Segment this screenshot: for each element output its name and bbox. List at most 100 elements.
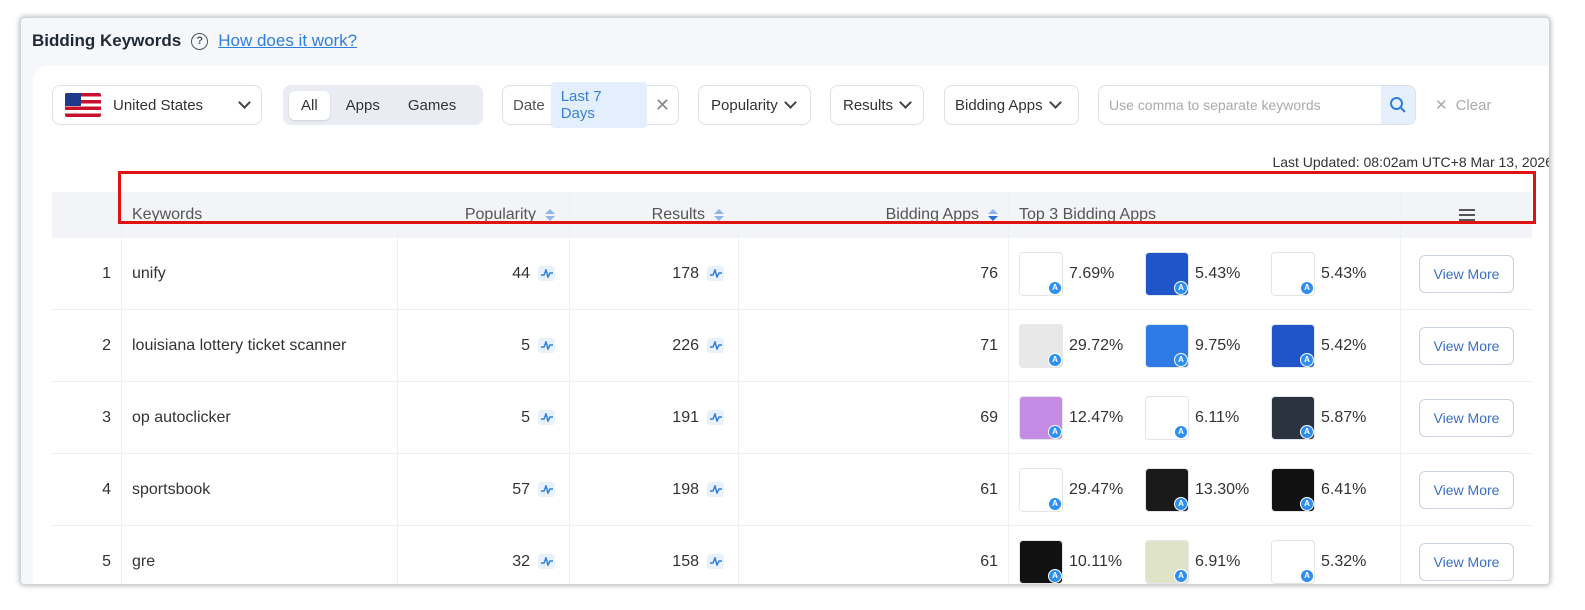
bidding-app[interactable]: A 10.11%: [1019, 539, 1145, 584]
country-label: United States: [113, 96, 204, 114]
top-bidding-apps-cell: A 29.72% A 9.75% A 5.42%: [1009, 310, 1401, 381]
sort-icon[interactable]: [545, 209, 555, 221]
bidding-app[interactable]: A 6.11%: [1145, 395, 1271, 440]
bidding-apps-header[interactable]: Bidding Apps: [739, 192, 1009, 238]
owl-app-icon[interactable]: A: [1145, 539, 1189, 584]
bid-share: 5.87%: [1321, 408, 1367, 426]
bidding-app[interactable]: A 5.42%: [1271, 323, 1397, 368]
trend-icon[interactable]: [538, 554, 555, 569]
action-cell: View More: [1401, 238, 1532, 309]
trend-icon[interactable]: [538, 338, 555, 353]
table-header-row: Keywords Popularity Results Bidding Apps…: [52, 192, 1532, 238]
clear-button[interactable]: ✕ Clear: [1435, 85, 1491, 125]
date-label: Date: [513, 96, 545, 114]
trend-icon[interactable]: [707, 482, 724, 497]
view-more-button[interactable]: View More: [1418, 470, 1515, 509]
bidding-app[interactable]: A 12.47%: [1019, 395, 1145, 440]
bid-share: 9.75%: [1195, 336, 1241, 354]
bidding-app[interactable]: A 9.75%: [1145, 323, 1271, 368]
app-store-icon: A: [1174, 496, 1188, 511]
sort-icon[interactable]: [714, 209, 724, 221]
bidding-app[interactable]: A 6.91%: [1145, 539, 1271, 584]
plant-app-icon[interactable]: A: [1145, 395, 1189, 440]
popularity-filter[interactable]: Popularity: [698, 85, 811, 125]
chevron-down-icon: [783, 96, 797, 109]
bidding-app[interactable]: A 13.30%: [1145, 467, 1271, 512]
popularity-value: 5: [521, 336, 530, 354]
trend-icon[interactable]: [707, 554, 724, 569]
c-logo-app-icon[interactable]: A: [1271, 323, 1315, 368]
popularity-header[interactable]: Popularity: [398, 192, 570, 238]
bidding-app[interactable]: A 29.47%: [1019, 467, 1145, 512]
bid-share: 5.43%: [1321, 264, 1367, 282]
browser-frame: Bidding Keywords ? How does it work? Uni…: [20, 17, 1550, 585]
table-row: 3 op autoclicker 5 191 69 A 12.47% A 6.1…: [52, 382, 1532, 454]
sort-icon[interactable]: [988, 209, 998, 221]
app-store-icon: A: [1174, 352, 1188, 367]
popularity-cell: 5: [398, 382, 570, 453]
c-logo-app-icon[interactable]: A: [1145, 251, 1189, 296]
menu-icon[interactable]: [1458, 209, 1475, 221]
segment-all[interactable]: All: [289, 90, 330, 120]
bidding-app[interactable]: A 5.43%: [1145, 251, 1271, 296]
index-header: [52, 192, 122, 238]
bidding-app[interactable]: A 7.69%: [1019, 251, 1145, 296]
view-more-button[interactable]: View More: [1418, 326, 1515, 365]
app-store-icon: A: [1300, 568, 1314, 583]
row-index: 5: [52, 526, 122, 584]
segment-apps[interactable]: Apps: [334, 91, 392, 120]
segment-games[interactable]: Games: [396, 91, 468, 120]
popularity-cell: 5: [398, 310, 570, 381]
trend-icon[interactable]: [538, 410, 555, 425]
bidding-app[interactable]: A 5.87%: [1271, 395, 1397, 440]
pinwheel-app-icon[interactable]: A: [1019, 251, 1063, 296]
trend-icon[interactable]: [707, 266, 724, 281]
results-cell: 178: [570, 238, 739, 309]
results-value: 191: [672, 408, 699, 426]
qr-scanner-app-icon[interactable]: A: [1019, 323, 1063, 368]
top-bidding-apps-cell: A 10.11% A 6.91% A 5.32%: [1009, 526, 1401, 584]
spiral-app-icon[interactable]: A: [1145, 467, 1189, 512]
direct-app-icon[interactable]: A: [1271, 467, 1315, 512]
stripes-app-icon[interactable]: A: [1271, 251, 1315, 296]
table-row: 1 unify 44 178 76 A 7.69% A 5.43% A 5.43…: [52, 238, 1532, 310]
notes-app-icon[interactable]: A: [1019, 539, 1063, 584]
smile-app-icon[interactable]: A: [1019, 467, 1063, 512]
date-filter[interactable]: Date Last 7 Days ✕: [502, 82, 679, 128]
play-app-icon[interactable]: A: [1271, 539, 1315, 584]
popularity-value: 57: [512, 480, 530, 498]
trend-icon[interactable]: [538, 482, 555, 497]
bidding-app[interactable]: A 6.41%: [1271, 467, 1397, 512]
country-select[interactable]: United States: [52, 85, 262, 125]
close-icon[interactable]: ✕: [655, 95, 670, 116]
date-chip[interactable]: Last 7 Days: [550, 82, 647, 128]
ticket-scanner-app-icon[interactable]: A: [1145, 323, 1189, 368]
results-cell: 191: [570, 382, 739, 453]
help-icon[interactable]: ?: [191, 32, 209, 50]
results-header[interactable]: Results: [570, 192, 739, 238]
view-more-button[interactable]: View More: [1418, 398, 1515, 437]
bidding-apps-cell: 71: [739, 310, 1009, 381]
bidding-app[interactable]: A 5.32%: [1271, 539, 1397, 584]
clock-app-icon[interactable]: A: [1271, 395, 1315, 440]
trend-icon[interactable]: [538, 266, 555, 281]
column-menu[interactable]: [1401, 192, 1532, 238]
keyword-search-input[interactable]: [1109, 97, 1381, 113]
close-icon: ✕: [1435, 97, 1448, 114]
how-does-it-work-link[interactable]: How does it work?: [218, 31, 357, 51]
view-more-button[interactable]: View More: [1418, 542, 1515, 581]
results-filter[interactable]: Results: [830, 85, 924, 125]
bidding-app[interactable]: A 29.72%: [1019, 323, 1145, 368]
page-title: Bidding Keywords: [32, 31, 182, 50]
trend-icon[interactable]: [707, 410, 724, 425]
popularity-filter-label: Popularity: [711, 96, 778, 114]
search-icon: [1390, 97, 1406, 113]
bidding-app[interactable]: A 5.43%: [1271, 251, 1397, 296]
trend-icon[interactable]: [707, 338, 724, 353]
bid-share: 5.42%: [1321, 336, 1367, 354]
view-more-button[interactable]: View More: [1418, 254, 1515, 293]
search-button[interactable]: [1381, 86, 1415, 124]
bidding-apps-filter[interactable]: Bidding Apps: [944, 85, 1079, 125]
app-store-icon: A: [1300, 424, 1314, 439]
gift-app-icon[interactable]: A: [1019, 395, 1063, 440]
